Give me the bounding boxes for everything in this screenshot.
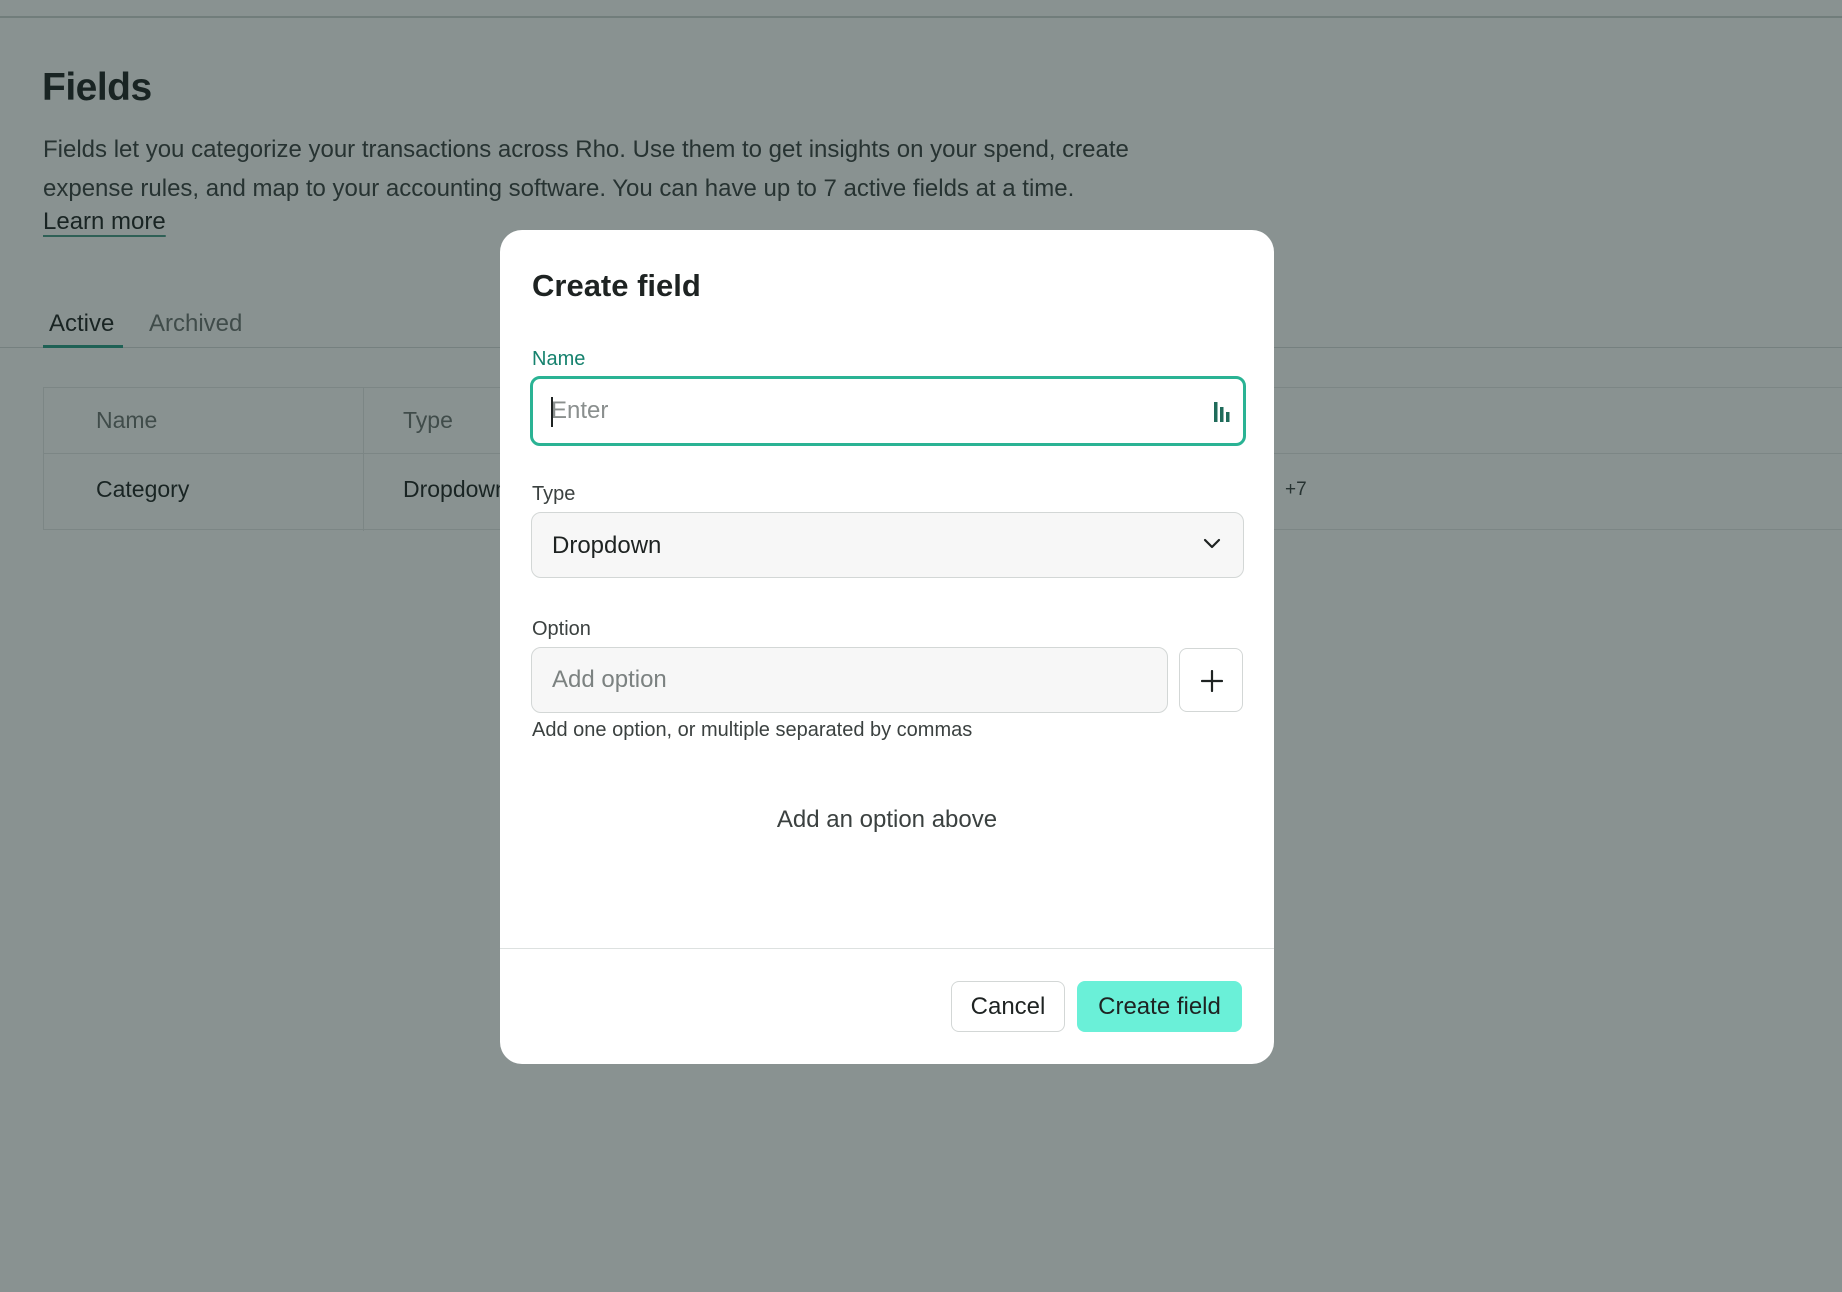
dialog-title: Create field (532, 268, 701, 303)
password-manager-icon[interactable] (1213, 400, 1233, 424)
text-cursor (551, 397, 553, 427)
name-field (530, 376, 1246, 446)
create-field-button[interactable]: Create field (1077, 981, 1242, 1032)
chevron-down-icon (1203, 538, 1221, 549)
type-label: Type (532, 483, 576, 505)
name-label: Name (532, 348, 586, 370)
name-input[interactable] (551, 379, 1191, 443)
option-input[interactable] (552, 648, 1152, 711)
cancel-button[interactable]: Cancel (951, 981, 1065, 1032)
option-field (531, 647, 1168, 713)
option-label: Option (532, 618, 591, 640)
fields-page: Fields Fields let you categorize your tr… (0, 0, 1842, 1292)
add-option-button[interactable] (1179, 648, 1243, 712)
type-select[interactable]: Dropdown (531, 512, 1244, 578)
create-field-dialog: Create field Name Type Dropdown Option (500, 230, 1274, 1064)
option-helper-text: Add one option, or multiple separated by… (532, 719, 973, 741)
type-select-value: Dropdown (552, 532, 662, 559)
footer-divider (500, 948, 1274, 949)
plus-icon (1201, 670, 1223, 692)
options-empty-state: Add an option above (776, 806, 998, 833)
